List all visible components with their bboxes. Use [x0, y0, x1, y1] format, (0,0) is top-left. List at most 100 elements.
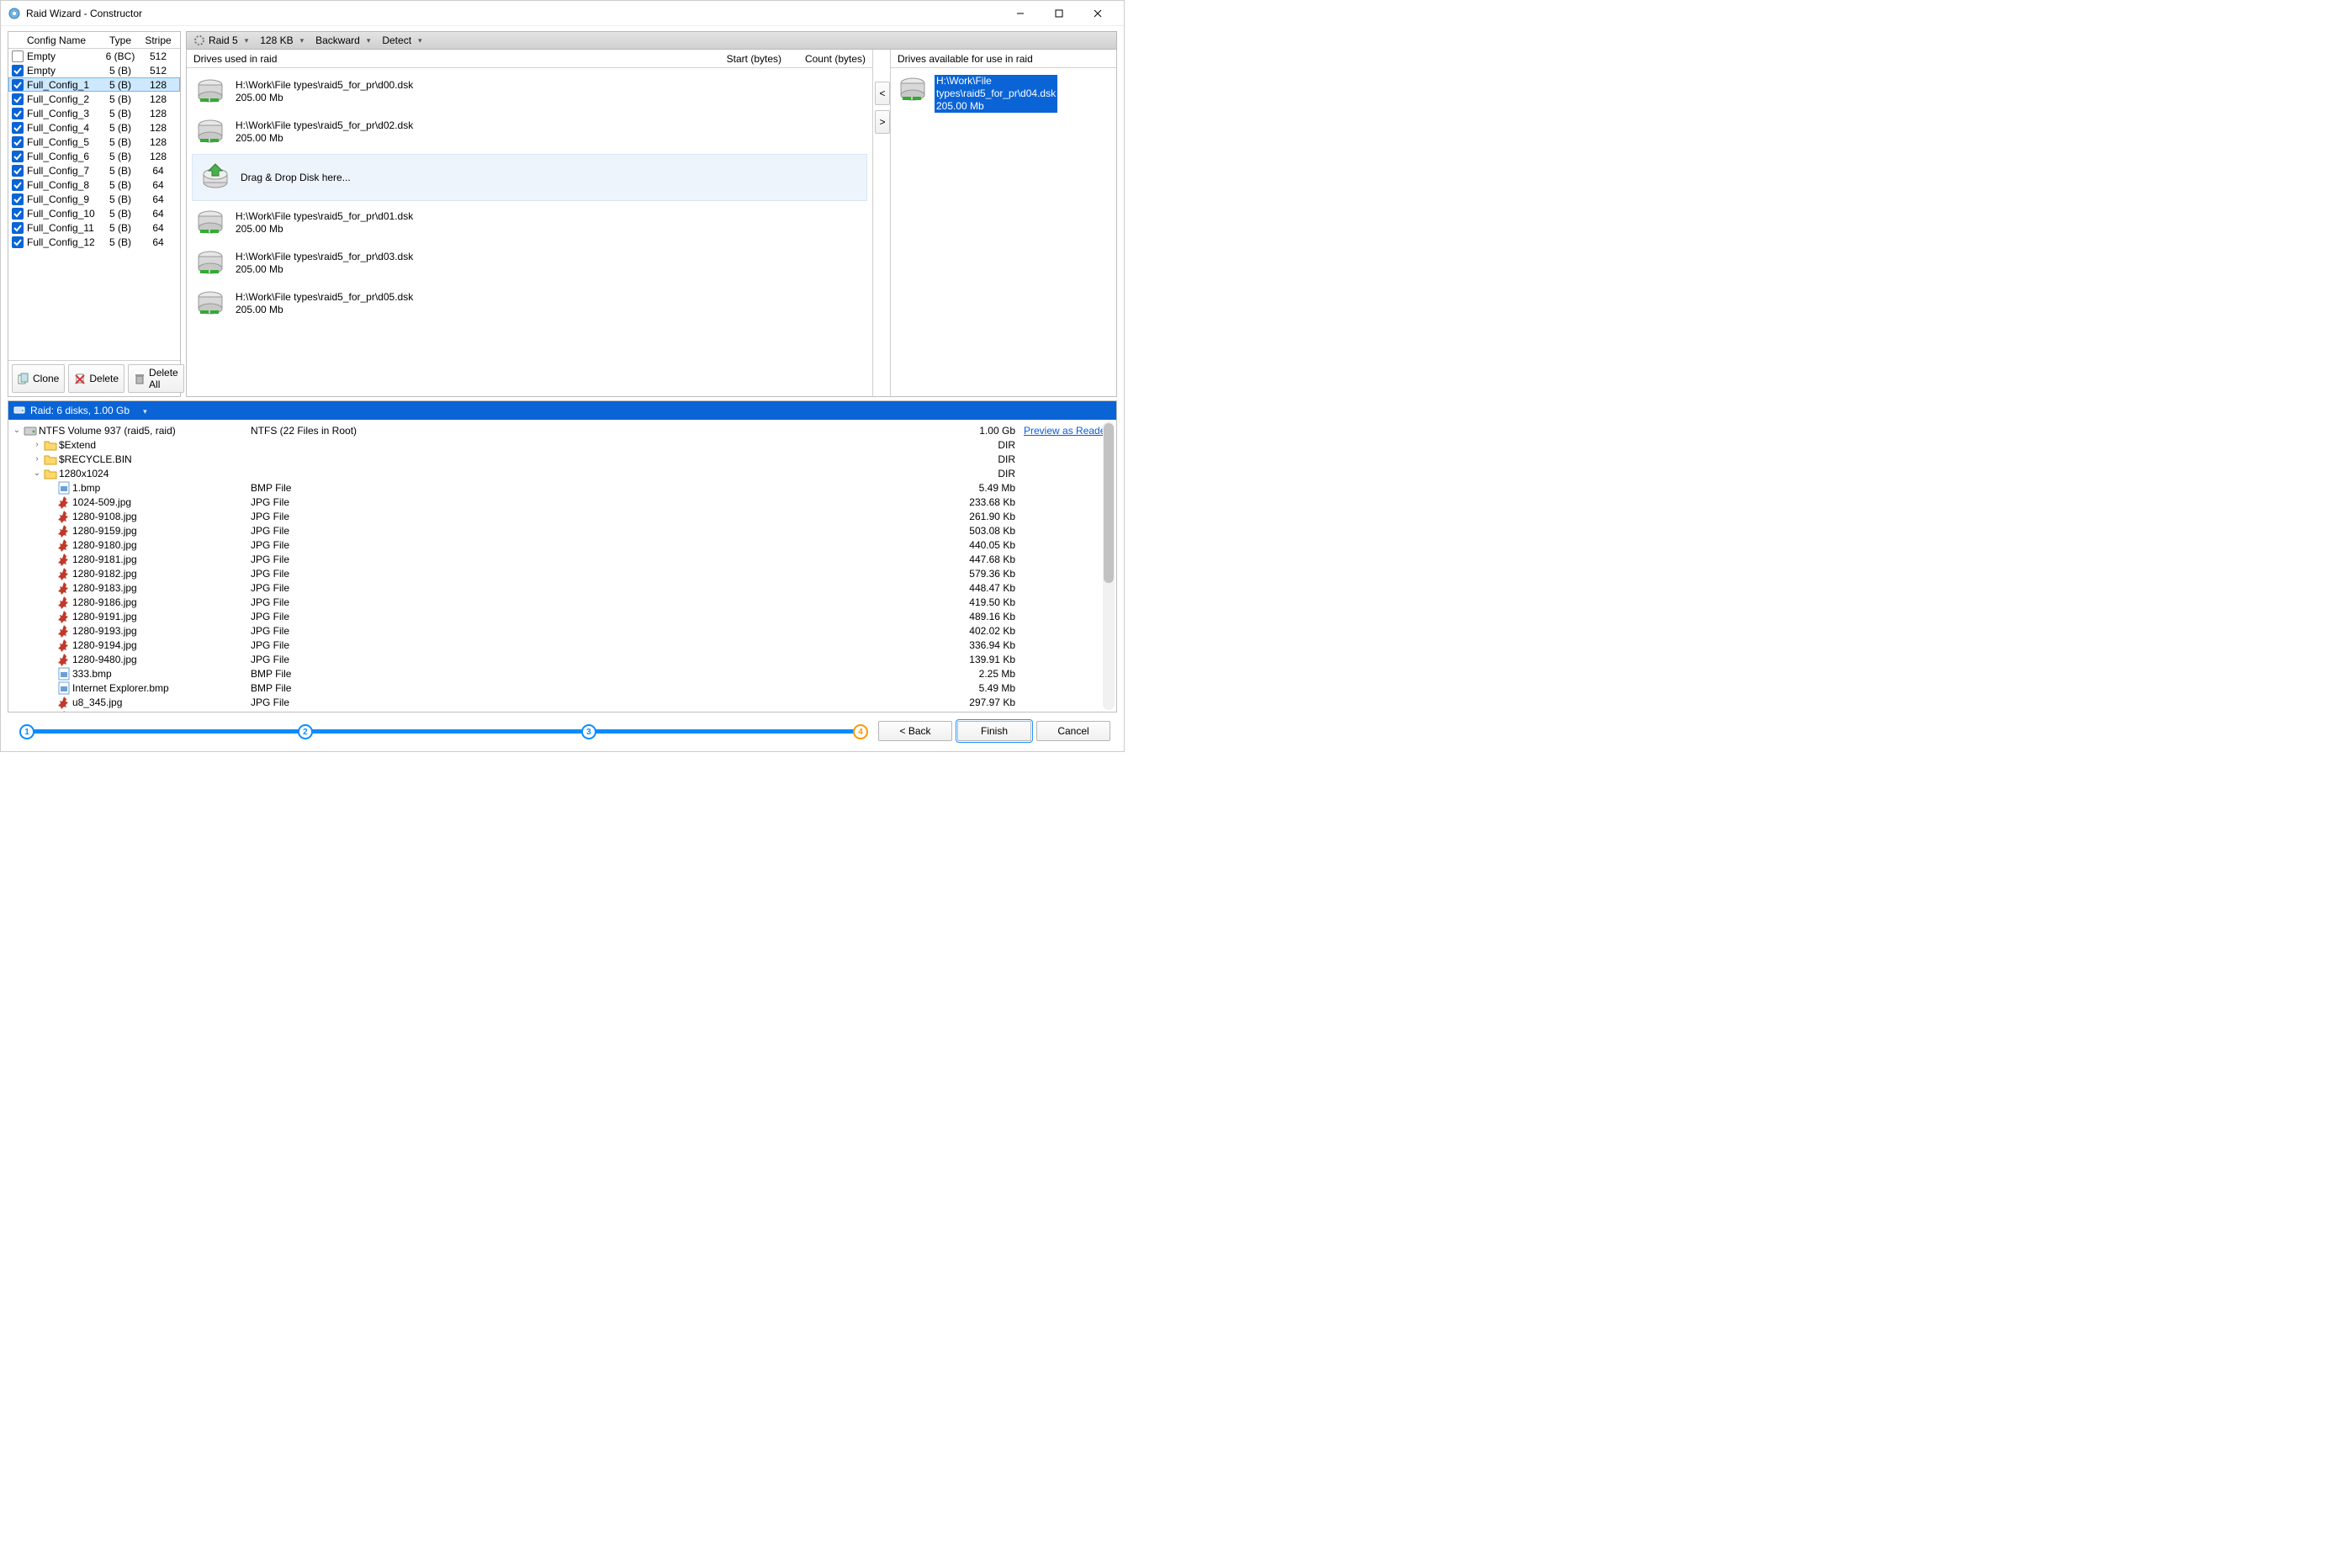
config-row[interactable]: Full_Config_4 5 (B) 128 — [8, 120, 180, 135]
file-row[interactable]: 1280-9108.jpg JPG File 261.90 Kb — [8, 509, 1116, 523]
expand-icon[interactable]: › — [32, 454, 42, 464]
config-row[interactable]: Full_Config_1 5 (B) 128 — [8, 77, 180, 92]
wizard-step-4[interactable]: 4 — [853, 724, 868, 739]
delete-button[interactable]: Delete — [68, 364, 124, 393]
drives-available-panel: Drives available for use in raid H:\Work… — [891, 50, 1116, 396]
file-row[interactable]: 1280-9186.jpg JPG File 419.50 Kb — [8, 595, 1116, 609]
back-button[interactable]: < Back — [878, 721, 952, 741]
scrollbar[interactable] — [1103, 421, 1115, 710]
col-config-type[interactable]: Type — [101, 34, 140, 46]
preview-link[interactable]: Preview as Reader — [1024, 425, 1109, 437]
file-row[interactable]: 1280-9181.jpg JPG File 447.68 Kb — [8, 552, 1116, 566]
config-row[interactable]: Full_Config_7 5 (B) 64 — [8, 163, 180, 177]
wizard-step-2[interactable]: 2 — [298, 724, 313, 739]
file-type: JPG File — [247, 554, 847, 565]
folder-row[interactable]: › $Extend DIR — [8, 437, 1116, 452]
file-row[interactable]: u8_345.jpg JPG File 297.97 Kb — [8, 695, 1116, 709]
config-type: 6 (BC) — [101, 50, 140, 62]
drive-row[interactable]: H:\Work\File types\raid5_for_pr\d03.dsk2… — [187, 243, 872, 283]
file-row[interactable]: 1280-9180.jpg JPG File 440.05 Kb — [8, 538, 1116, 552]
config-stripe: 512 — [140, 65, 177, 77]
drive-row[interactable]: H:\Work\File types\raid5_for_pr\d02.dsk2… — [187, 112, 872, 152]
raid-summary-dropdown[interactable]: Raid: 6 disks, 1.00 Gb — [30, 405, 147, 416]
drive-row[interactable]: H:\Work\File types\raid5_for_pr\d05.dsk2… — [187, 283, 872, 324]
config-checkbox[interactable] — [12, 222, 24, 234]
config-panel: Config Name Type Stripe Empty 6 (BC) 512… — [8, 31, 181, 397]
col-count-bytes[interactable]: Count (bytes) — [781, 53, 866, 65]
config-type: 5 (B) — [101, 165, 140, 177]
raid-type-dropdown[interactable]: Raid 5 — [190, 32, 257, 49]
config-checkbox[interactable] — [12, 93, 24, 105]
file-row[interactable]: 1024-509.jpg JPG File 233.68 Kb — [8, 495, 1116, 509]
expand-icon[interactable]: ⌄ — [12, 426, 22, 435]
wizard-step-1[interactable]: 1 — [19, 724, 34, 739]
delete-all-button[interactable]: Delete All — [128, 364, 184, 393]
cancel-button[interactable]: Cancel — [1036, 721, 1110, 741]
config-checkbox[interactable] — [12, 136, 24, 148]
col-start-bytes[interactable]: Start (bytes) — [706, 53, 781, 65]
config-checkbox[interactable] — [12, 79, 24, 91]
folder-icon — [44, 467, 57, 480]
config-header: Config Name Type Stripe — [8, 32, 180, 49]
expand-icon[interactable]: › — [32, 440, 42, 449]
config-name: Full_Config_2 — [27, 93, 101, 105]
available-drive-row[interactable]: H:\Work\File types\raid5_for_pr\d04.dsk … — [894, 72, 1113, 116]
finish-button[interactable]: Finish — [957, 721, 1031, 741]
config-row[interactable]: Full_Config_9 5 (B) 64 — [8, 192, 180, 206]
file-row[interactable]: 1280-9191.jpg JPG File 489.16 Kb — [8, 609, 1116, 623]
config-checkbox[interactable] — [12, 50, 24, 62]
config-row[interactable]: Full_Config_3 5 (B) 128 — [8, 106, 180, 120]
move-left-button[interactable]: < — [875, 82, 890, 105]
col-config-stripe[interactable]: Stripe — [140, 34, 177, 46]
file-name: 1280-9182.jpg — [72, 568, 137, 580]
minimize-button[interactable] — [1001, 1, 1040, 26]
expand-icon[interactable]: ⌄ — [32, 469, 42, 478]
wizard-step-3[interactable]: 3 — [581, 724, 596, 739]
config-checkbox[interactable] — [12, 179, 24, 191]
stripe-size-dropdown[interactable]: 128 KB — [257, 32, 312, 49]
config-checkbox[interactable] — [12, 236, 24, 248]
config-row[interactable]: Full_Config_8 5 (B) 64 — [8, 177, 180, 192]
config-checkbox[interactable] — [12, 151, 24, 162]
config-checkbox[interactable] — [12, 208, 24, 220]
file-row[interactable]: 1280-9194.jpg JPG File 336.94 Kb — [8, 638, 1116, 652]
config-row[interactable]: Full_Config_10 5 (B) 64 — [8, 206, 180, 220]
config-row[interactable]: Full_Config_11 5 (B) 64 — [8, 220, 180, 235]
drop-zone[interactable]: Drag & Drop Disk here... — [192, 154, 867, 201]
file-row[interactable]: 1280-9182.jpg JPG File 579.36 Kb — [8, 566, 1116, 580]
config-checkbox[interactable] — [12, 108, 24, 119]
config-row[interactable]: Full_Config_2 5 (B) 128 — [8, 92, 180, 106]
col-config-name[interactable]: Config Name — [27, 34, 101, 46]
drive-row[interactable]: H:\Work\File types\raid5_for_pr\d01.dsk2… — [187, 203, 872, 243]
folder-row[interactable]: ⌄ 1280x1024 DIR — [8, 466, 1116, 480]
file-row[interactable]: u9_2923.jpg JPG File 378.47 Kb — [8, 709, 1116, 712]
file-row[interactable]: 1280-9193.jpg JPG File 402.02 Kb — [8, 623, 1116, 638]
file-row[interactable]: 1280-9159.jpg JPG File 503.08 Kb — [8, 523, 1116, 538]
config-type: 5 (B) — [101, 65, 140, 77]
maximize-button[interactable] — [1040, 1, 1078, 26]
config-row[interactable]: Empty 6 (BC) 512 — [8, 49, 180, 63]
config-checkbox[interactable] — [12, 65, 24, 77]
config-row[interactable]: Full_Config_5 5 (B) 128 — [8, 135, 180, 149]
file-row[interactable]: 1.bmp BMP File 5.49 Mb — [8, 480, 1116, 495]
folder-row[interactable]: › $RECYCLE.BIN DIR — [8, 452, 1116, 466]
volume-row[interactable]: ⌄ NTFS Volume 937 (raid5, raid) NTFS (22… — [8, 423, 1116, 437]
file-size: 297.97 Kb — [948, 697, 1024, 708]
file-row[interactable]: 1280-9480.jpg JPG File 139.91 Kb — [8, 652, 1116, 666]
config-row[interactable]: Empty 5 (B) 512 — [8, 63, 180, 77]
drive-size: 205.00 Mb — [236, 223, 413, 236]
config-checkbox[interactable] — [12, 122, 24, 134]
detect-dropdown[interactable]: Detect — [379, 32, 430, 49]
move-right-button[interactable]: > — [875, 110, 890, 134]
clone-button[interactable]: Clone — [12, 364, 65, 393]
direction-dropdown[interactable]: Backward — [312, 32, 379, 49]
config-row[interactable]: Full_Config_12 5 (B) 64 — [8, 235, 180, 249]
file-row[interactable]: Internet Explorer.bmp BMP File 5.49 Mb — [8, 681, 1116, 695]
drive-row[interactable]: H:\Work\File types\raid5_for_pr\d00.dsk2… — [187, 72, 872, 112]
config-checkbox[interactable] — [12, 193, 24, 205]
file-row[interactable]: 333.bmp BMP File 2.25 Mb — [8, 666, 1116, 681]
config-row[interactable]: Full_Config_6 5 (B) 128 — [8, 149, 180, 163]
file-row[interactable]: 1280-9183.jpg JPG File 448.47 Kb — [8, 580, 1116, 595]
close-button[interactable] — [1078, 1, 1117, 26]
config-checkbox[interactable] — [12, 165, 24, 177]
